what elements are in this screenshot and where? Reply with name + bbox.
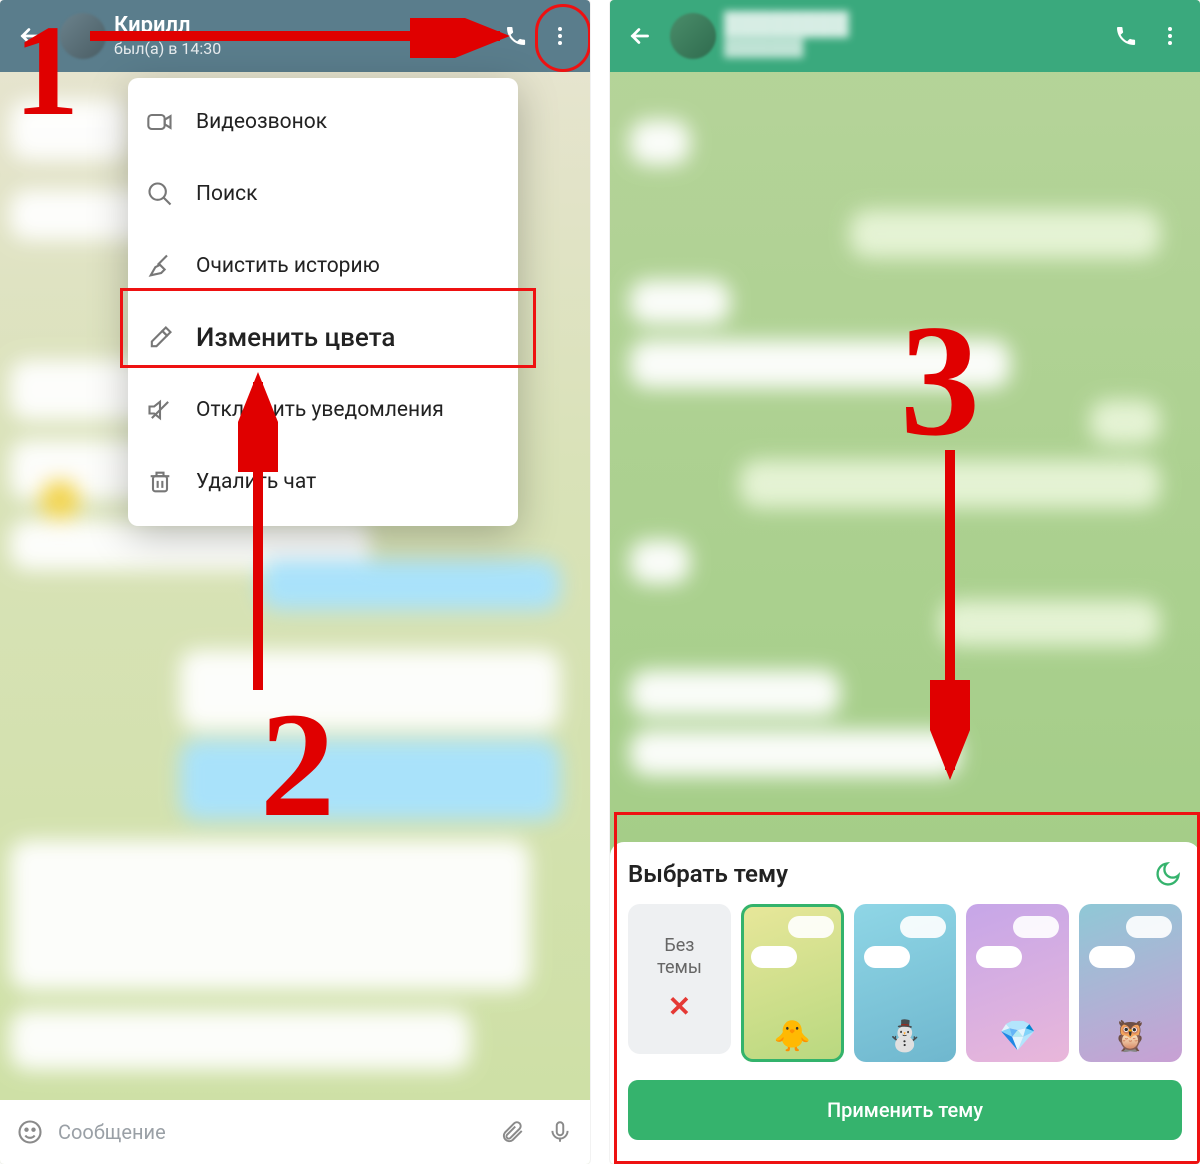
menu-item-label: Очистить историю (196, 254, 380, 278)
more-button[interactable] (1148, 14, 1192, 58)
chat-header: Кирилл был(а) в 14:30 (0, 0, 590, 72)
theme-option-owl[interactable]: 🦉 (1079, 904, 1182, 1062)
screenshot-step-3: ████████ ███████ 3 Выбрать тему (610, 0, 1200, 1164)
menu-item-videocall[interactable]: Видеозвонок (128, 86, 518, 158)
voice-button[interactable] (540, 1112, 580, 1152)
menu-item-label: Изменить цвета (196, 323, 395, 353)
theme-option-chick[interactable]: 🐥 (741, 904, 844, 1062)
contact-name: ████████ (724, 14, 849, 36)
message-input-bar: Сообщение (0, 1100, 590, 1164)
theme-option-gem[interactable]: 💎 (966, 904, 1069, 1062)
more-button[interactable] (538, 14, 582, 58)
trash-icon (146, 468, 174, 496)
menu-item-delete-chat[interactable]: Удалить чат (128, 446, 518, 518)
theme-option-snowman[interactable]: ⛄ (854, 904, 957, 1062)
screenshot-step-1-2: Кирилл был(а) в 14:30 Видеозвонок Поиск (0, 0, 590, 1164)
theme-emoji: 🐥 (774, 1019, 811, 1054)
videocam-icon (146, 108, 174, 136)
menu-item-label: Поиск (196, 182, 257, 206)
contact-name: Кирилл (114, 15, 221, 37)
call-button[interactable] (494, 14, 538, 58)
chat-options-menu: Видеозвонок Поиск Очистить историю Измен… (128, 78, 518, 526)
menu-item-label: Отключить уведомления (196, 398, 444, 422)
back-button[interactable] (8, 14, 52, 58)
contact-avatar[interactable] (60, 13, 106, 59)
no-theme-label: Без темы (657, 935, 702, 978)
emoji-button[interactable] (10, 1112, 50, 1152)
contact-avatar[interactable] (670, 13, 716, 59)
menu-item-clear-history[interactable]: Очистить историю (128, 230, 518, 302)
contact-last-seen: был(а) в 14:30 (114, 39, 221, 58)
menu-item-label: Удалить чат (196, 470, 316, 494)
theme-picker-sheet: Выбрать тему Без темы ✕ 🐥 ⛄ (610, 842, 1200, 1164)
theme-emoji: 🦉 (1112, 1019, 1149, 1054)
mute-icon (146, 396, 174, 424)
call-button[interactable] (1104, 14, 1148, 58)
menu-item-change-colors[interactable]: Изменить цвета (128, 302, 518, 374)
theme-emoji: ⛄ (886, 1019, 923, 1054)
chat-header: ████████ ███████ (610, 0, 1200, 72)
contact-info[interactable]: Кирилл был(а) в 14:30 (114, 15, 221, 58)
back-button[interactable] (618, 14, 662, 58)
menu-item-label: Видеозвонок (196, 110, 327, 134)
night-mode-icon[interactable] (1154, 860, 1182, 888)
close-icon: ✕ (668, 990, 691, 1023)
theme-emoji: 💎 (999, 1019, 1036, 1054)
menu-item-search[interactable]: Поиск (128, 158, 518, 230)
menu-item-mute[interactable]: Отключить уведомления (128, 374, 518, 446)
theme-list: Без темы ✕ 🐥 ⛄ 💎 🦉 (628, 904, 1182, 1062)
message-input[interactable]: Сообщение (58, 1120, 484, 1144)
brush-icon (146, 324, 174, 352)
apply-theme-label: Применить тему (827, 1098, 983, 1122)
theme-option-none[interactable]: Без темы ✕ (628, 904, 731, 1054)
sheet-title: Выбрать тему (628, 860, 788, 888)
search-icon (146, 180, 174, 208)
attach-button[interactable] (492, 1112, 532, 1152)
contact-info[interactable]: ████████ ███████ (724, 14, 849, 58)
broom-icon (146, 252, 174, 280)
apply-theme-button[interactable]: Применить тему (628, 1080, 1182, 1140)
contact-last-seen: ███████ (724, 38, 849, 58)
